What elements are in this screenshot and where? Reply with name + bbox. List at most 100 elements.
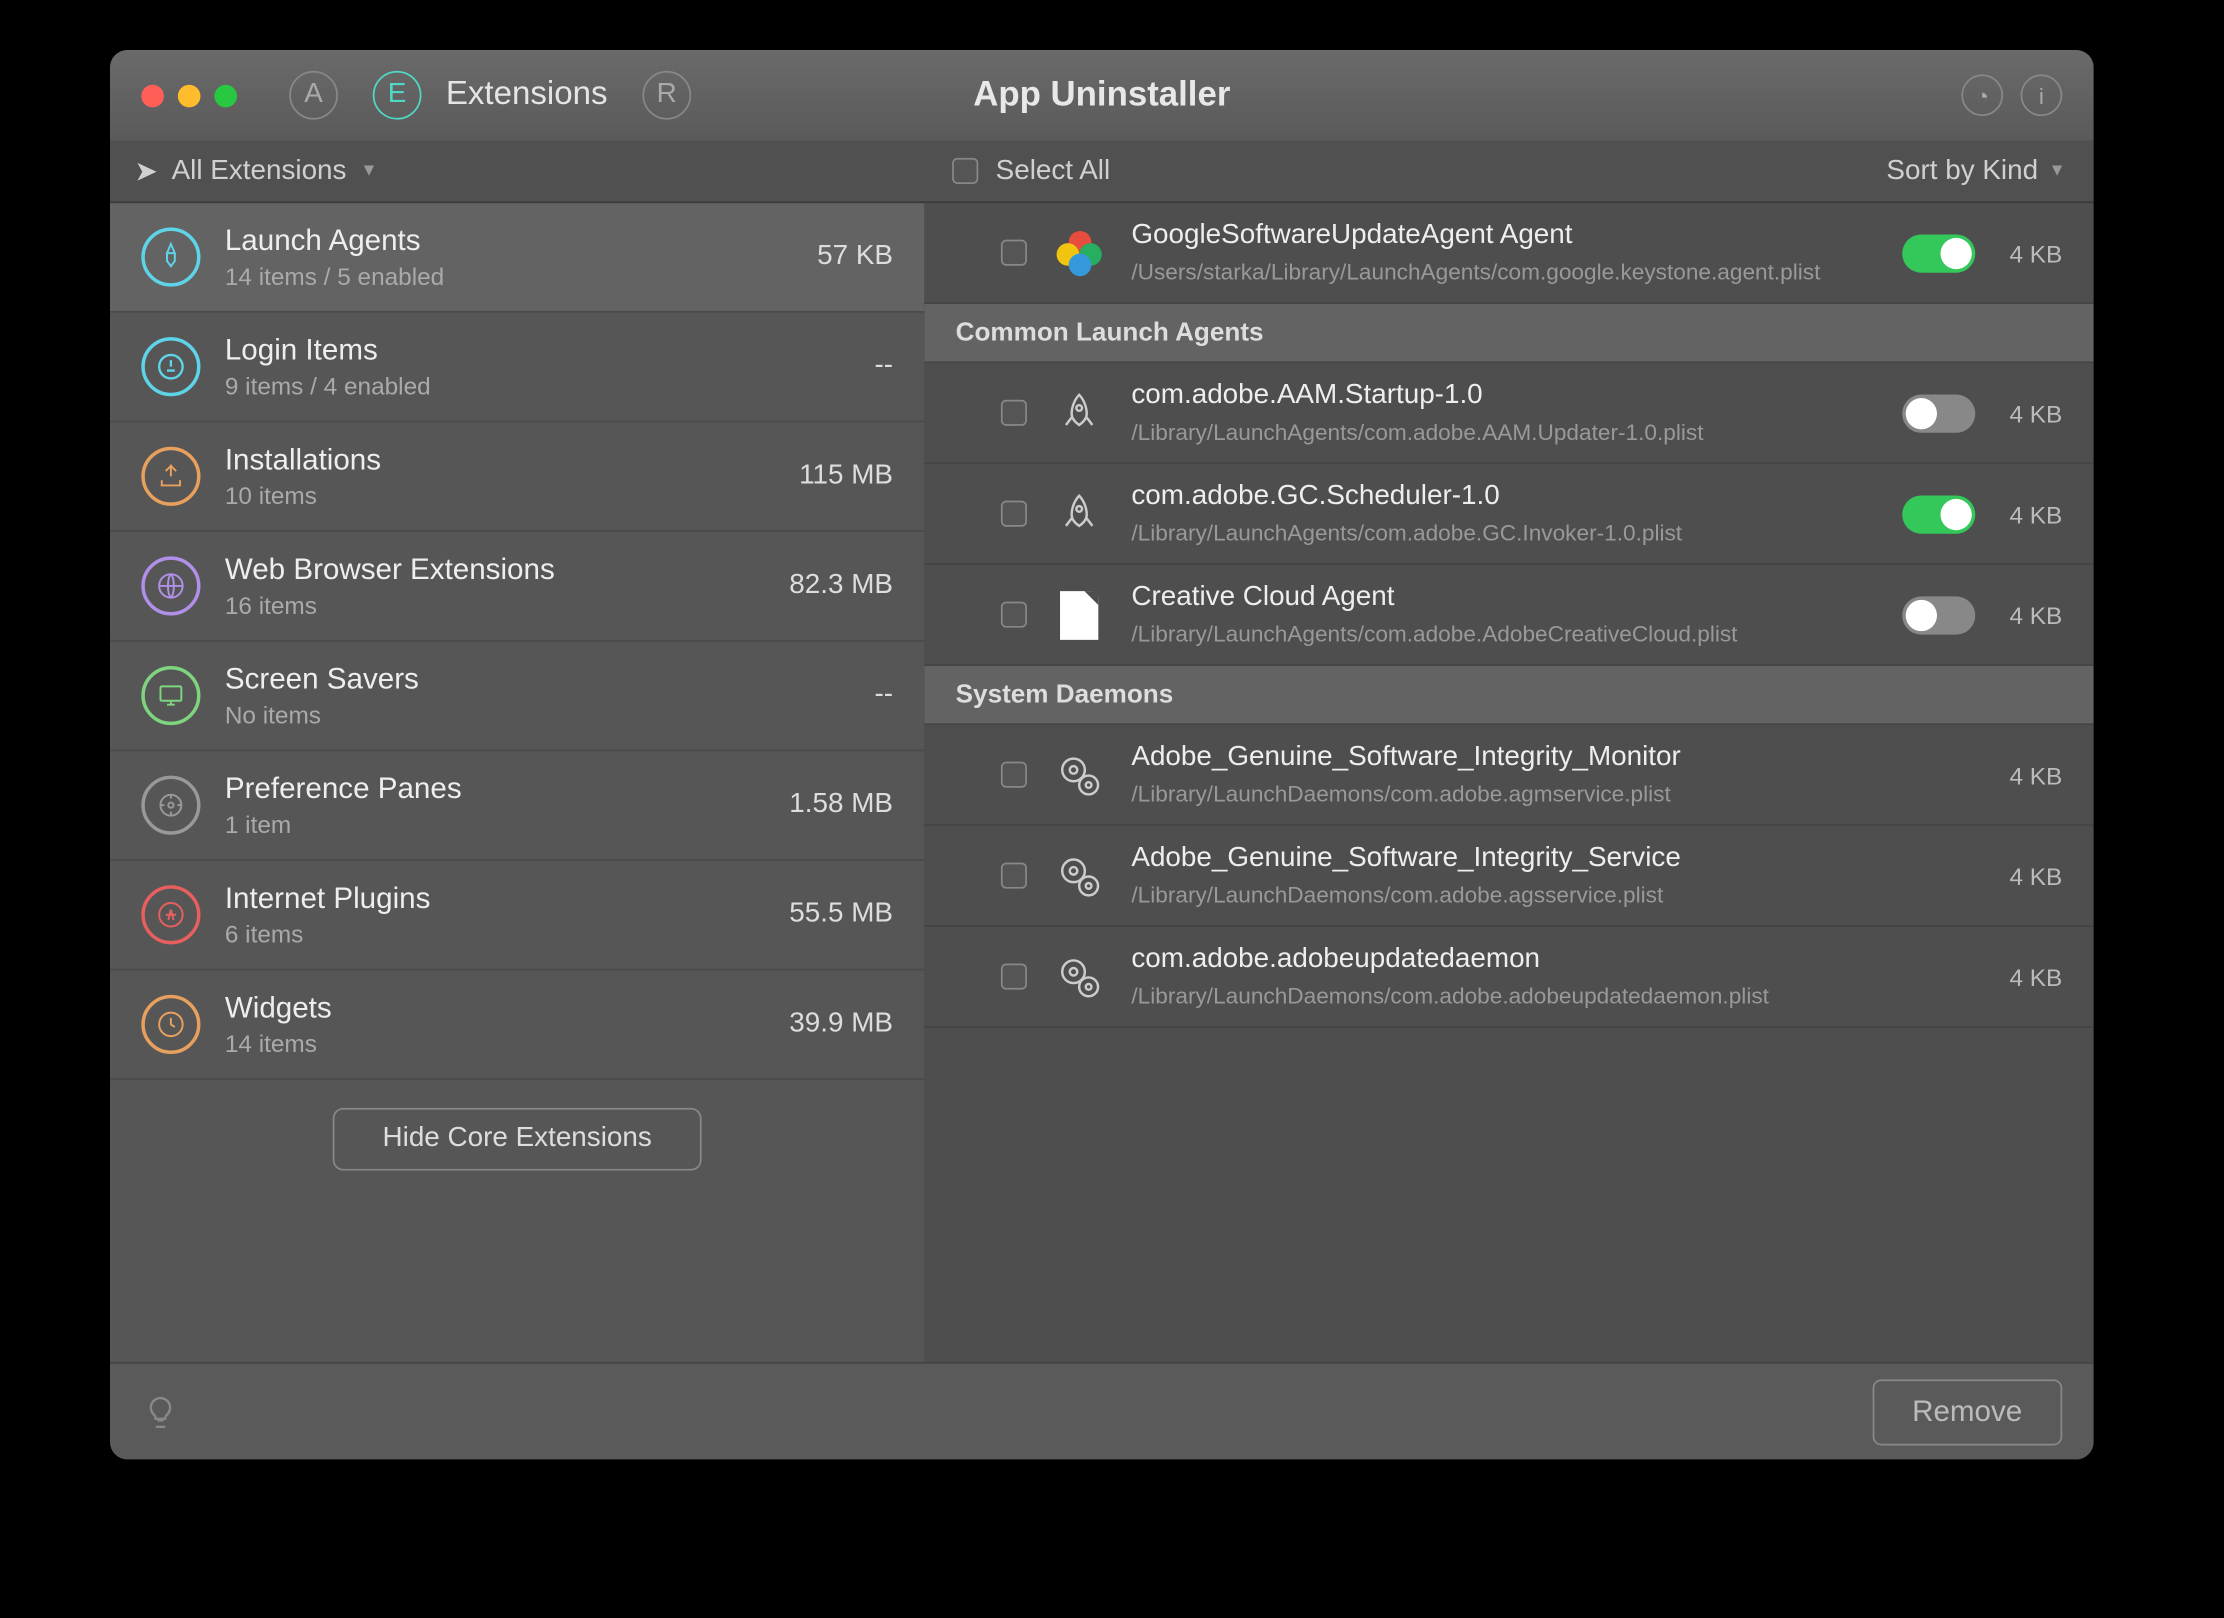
- category-size: 115 MB: [799, 461, 893, 492]
- category-icon: [141, 556, 200, 615]
- item-checkbox[interactable]: [1001, 602, 1027, 628]
- info-icon[interactable]: i: [2021, 74, 2063, 116]
- item-type-icon: [1051, 225, 1107, 281]
- group-header: Common Launch Agents: [924, 304, 2093, 363]
- item-size: 4 KB: [1989, 399, 2062, 427]
- hide-core-extensions-button[interactable]: Hide Core Extensions: [332, 1108, 702, 1171]
- item-type-icon: [1051, 486, 1107, 542]
- list-item[interactable]: Creative Cloud Agent /Library/LaunchAgen…: [924, 565, 2093, 666]
- category-size: 57 KB: [817, 241, 893, 272]
- category-subtitle: No items: [225, 701, 875, 729]
- select-all-label: Select All: [996, 155, 1111, 186]
- list-item[interactable]: com.adobe.GC.Scheduler-1.0 /Library/Laun…: [924, 464, 2093, 565]
- sidebar-item[interactable]: Installations 10 items 115 MB: [110, 422, 924, 532]
- item-path: /Library/LaunchAgents/com.adobe.AdobeCre…: [1131, 621, 1884, 647]
- item-title: GoogleSoftwareUpdateAgent Agent: [1131, 221, 1884, 252]
- sidebar-item[interactable]: Widgets 14 items 39.9 MB: [110, 970, 924, 1080]
- window-controls: [141, 84, 237, 107]
- chevron-down-icon: ▼: [360, 161, 377, 180]
- category-subtitle: 14 items: [225, 1030, 789, 1058]
- sidebar-item[interactable]: Launch Agents 14 items / 5 enabled 57 KB: [110, 203, 924, 313]
- list-item[interactable]: com.adobe.adobeupdatedaemon /Library/Lau…: [924, 927, 2093, 1028]
- item-size: 4 KB: [1989, 862, 2062, 890]
- item-title: Adobe_Genuine_Software_Integrity_Service: [1131, 843, 1975, 874]
- item-checkbox[interactable]: [1001, 964, 1027, 990]
- item-path: /Library/LaunchDaemons/com.adobe.adobeup…: [1131, 983, 1975, 1009]
- item-size: 4 KB: [1989, 601, 2062, 629]
- enable-toggle[interactable]: [1902, 495, 1975, 533]
- enable-toggle[interactable]: [1902, 595, 1975, 633]
- remove-button[interactable]: Remove: [1872, 1378, 2062, 1444]
- maximize-button[interactable]: [214, 84, 237, 107]
- tab-extensions-icon[interactable]: E: [373, 71, 422, 120]
- item-type-icon: [1051, 385, 1107, 441]
- item-checkbox[interactable]: [1001, 863, 1027, 889]
- item-type-icon: [1051, 848, 1107, 904]
- main-list: GoogleSoftwareUpdateAgent Agent /Users/s…: [924, 203, 2093, 1362]
- category-title: Web Browser Extensions: [225, 553, 789, 588]
- sidebar-item[interactable]: Login Items 9 items / 4 enabled --: [110, 313, 924, 423]
- item-type-icon: [1051, 949, 1107, 1005]
- item-title: Adobe_Genuine_Software_Integrity_Monitor: [1131, 743, 1975, 774]
- filter-dropdown[interactable]: ➤ All Extensions ▼: [110, 154, 924, 189]
- group-header: System Daemons: [924, 666, 2093, 725]
- sidebar-item[interactable]: Preference Panes 1 item 1.58 MB: [110, 751, 924, 861]
- enable-toggle[interactable]: [1902, 394, 1975, 432]
- list-item[interactable]: Adobe_Genuine_Software_Integrity_Monitor…: [924, 725, 2093, 826]
- list-item[interactable]: Adobe_Genuine_Software_Integrity_Service…: [924, 826, 2093, 927]
- category-subtitle: 6 items: [225, 920, 789, 948]
- category-title: Launch Agents: [225, 224, 817, 259]
- category-icon: [141, 447, 200, 506]
- item-checkbox[interactable]: [1001, 400, 1027, 426]
- sidebar-item[interactable]: Screen Savers No items --: [110, 642, 924, 752]
- category-title: Login Items: [225, 334, 875, 369]
- category-icon: [141, 337, 200, 396]
- sidebar-item[interactable]: Web Browser Extensions 16 items 82.3 MB: [110, 532, 924, 642]
- location-icon: ➤: [134, 154, 157, 189]
- item-checkbox[interactable]: [1001, 762, 1027, 788]
- category-size: 55.5 MB: [789, 899, 893, 930]
- item-checkbox[interactable]: [1001, 501, 1027, 527]
- item-size: 4 KB: [1989, 500, 2062, 528]
- sort-dropdown[interactable]: Sort by Kind ▼: [1886, 155, 2065, 186]
- category-icon: [141, 666, 200, 725]
- app-window: A E Extensions R App Uninstaller ◔ i ➤ A…: [110, 50, 2094, 1459]
- category-size: --: [874, 351, 893, 382]
- sidebar-item[interactable]: Internet Plugins 6 items 55.5 MB: [110, 861, 924, 971]
- close-button[interactable]: [141, 84, 164, 107]
- enable-toggle[interactable]: [1902, 234, 1975, 272]
- item-path: /Library/LaunchDaemons/com.adobe.agmserv…: [1131, 781, 1975, 807]
- category-title: Widgets: [225, 991, 789, 1026]
- category-title: Installations: [225, 443, 799, 478]
- item-size: 4 KB: [1989, 963, 2062, 991]
- item-size: 4 KB: [1989, 761, 2062, 789]
- minimize-button[interactable]: [178, 84, 201, 107]
- footer: Remove: [110, 1362, 2094, 1459]
- category-title: Internet Plugins: [225, 882, 789, 917]
- tab-a-icon[interactable]: A: [289, 71, 338, 120]
- feedback-icon[interactable]: ◔: [1961, 74, 2003, 116]
- category-icon: [141, 995, 200, 1054]
- tab-r-icon[interactable]: R: [642, 71, 691, 120]
- select-all-checkbox[interactable]: [952, 158, 978, 184]
- item-path: /Library/LaunchAgents/com.adobe.AAM.Upda…: [1131, 419, 1884, 445]
- item-checkbox[interactable]: [1001, 240, 1027, 266]
- hint-icon[interactable]: [141, 1392, 179, 1430]
- item-title: com.adobe.GC.Scheduler-1.0: [1131, 482, 1884, 513]
- item-title: Creative Cloud Agent: [1131, 582, 1884, 613]
- category-size: 82.3 MB: [789, 570, 893, 601]
- titlebar: A E Extensions R App Uninstaller ◔ i: [110, 50, 2094, 140]
- filter-label: All Extensions: [172, 155, 347, 186]
- item-title: com.adobe.adobeupdatedaemon: [1131, 944, 1975, 975]
- item-path: /Users/starka/Library/LaunchAgents/com.g…: [1131, 259, 1884, 285]
- category-subtitle: 9 items / 4 enabled: [225, 372, 875, 400]
- item-size: 4 KB: [1989, 239, 2062, 267]
- sort-label: Sort by Kind: [1886, 155, 2038, 186]
- list-item[interactable]: com.adobe.AAM.Startup-1.0 /Library/Launc…: [924, 363, 2093, 464]
- chevron-down-icon: ▼: [2049, 161, 2066, 180]
- item-path: /Library/LaunchAgents/com.adobe.GC.Invok…: [1131, 520, 1884, 546]
- list-item[interactable]: GoogleSoftwareUpdateAgent Agent /Users/s…: [924, 203, 2093, 304]
- item-title: com.adobe.AAM.Startup-1.0: [1131, 381, 1884, 412]
- category-icon: [141, 776, 200, 835]
- category-title: Screen Savers: [225, 662, 875, 697]
